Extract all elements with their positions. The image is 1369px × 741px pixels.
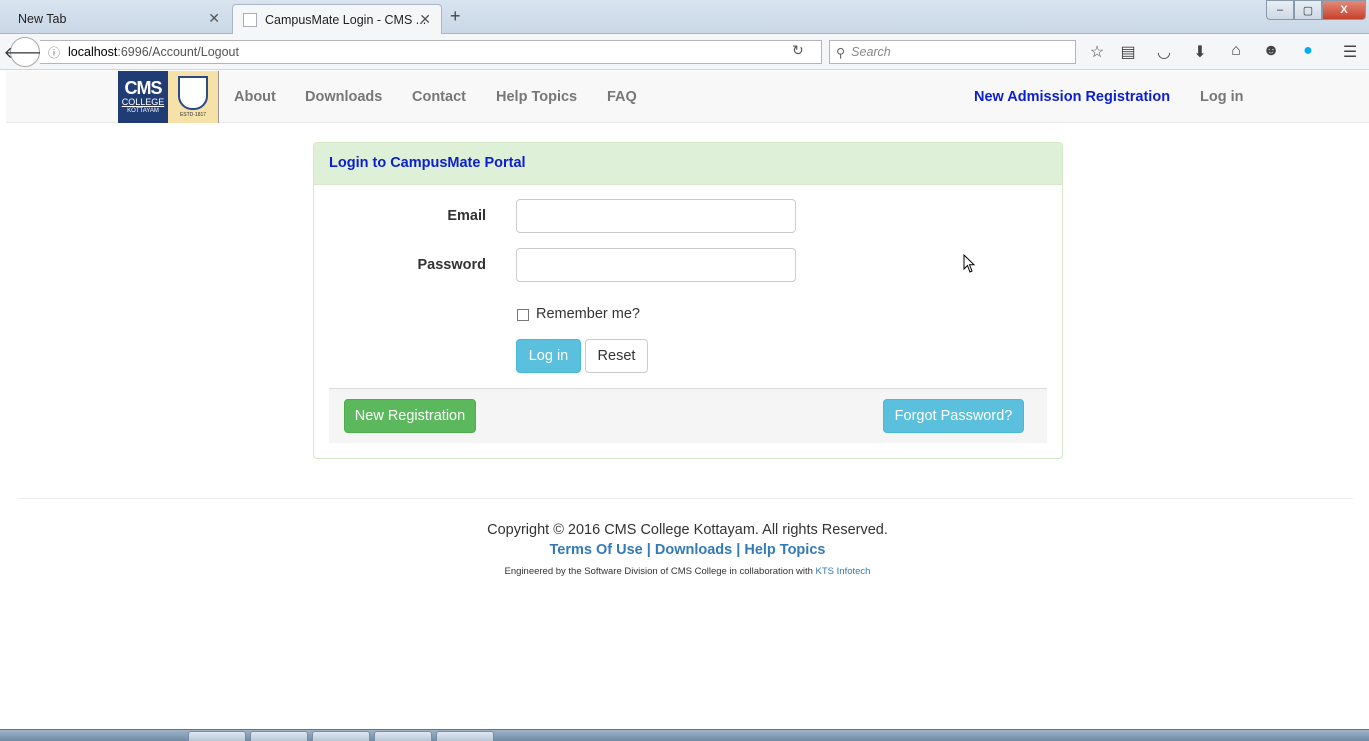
- close-tab-icon[interactable]: ✕: [208, 10, 220, 27]
- site-navbar: CMS COLLEGE KOTTAYAM ESTD-1817 About Dow…: [6, 71, 1369, 123]
- tab-label: New Tab: [18, 12, 67, 26]
- password-label: Password: [417, 257, 487, 273]
- chat-icon[interactable]: ☻: [1261, 42, 1281, 60]
- info-icon[interactable]: ⓘ: [48, 44, 60, 61]
- mouse-cursor-icon: [963, 254, 976, 273]
- menu-hamburger-icon[interactable]: ☰: [1340, 42, 1360, 62]
- back-arrow-icon[interactable]: 🡐: [4, 37, 46, 67]
- url-path: :6996/Account/Logout: [117, 45, 239, 59]
- taskbar-app-item[interactable]: [250, 731, 308, 741]
- nav-contact[interactable]: Contact: [412, 89, 466, 105]
- maximize-button[interactable]: ▢: [1294, 0, 1322, 20]
- close-tab-icon[interactable]: ✕: [419, 11, 431, 28]
- home-icon[interactable]: ⌂: [1226, 42, 1246, 60]
- forgot-password-button[interactable]: Forgot Password?: [883, 399, 1024, 433]
- logo-text-block: CMS COLLEGE KOTTAYAM: [118, 71, 168, 123]
- password-field[interactable]: [516, 248, 796, 282]
- engineered-by-text: Engineered by the Software Division of C…: [0, 566, 1369, 577]
- nav-about[interactable]: About: [234, 89, 276, 105]
- taskbar-app-item[interactable]: [188, 731, 246, 741]
- tab-label: CampusMate Login - CMS ...: [265, 12, 427, 27]
- taskbar-app-item[interactable]: [374, 731, 432, 741]
- downloads-arrow-icon[interactable]: ⬇: [1190, 42, 1210, 62]
- reading-list-icon[interactable]: ▤: [1118, 42, 1138, 62]
- reload-icon[interactable]: ↻: [792, 42, 804, 59]
- engineered-text: Engineered by the Software Division of C…: [504, 566, 816, 577]
- nav-faq[interactable]: FAQ: [607, 89, 637, 105]
- footer-link-downloads[interactable]: Downloads: [655, 542, 732, 558]
- bookmark-star-icon[interactable]: ☆: [1087, 42, 1107, 62]
- email-label: Email: [447, 208, 486, 224]
- crest-icon: ESTD-1817: [168, 71, 219, 123]
- logo-line1: CMS: [124, 78, 163, 98]
- panel-heading: Login to CampusMate Portal: [314, 143, 1062, 185]
- nav-log-in[interactable]: Log in: [1200, 89, 1244, 105]
- logo-line2: COLLEGE: [121, 97, 165, 107]
- footer-divider: [18, 498, 1353, 499]
- remember-me-checkbox[interactable]: [517, 309, 529, 321]
- logo-line3: KOTTAYAM: [127, 108, 159, 114]
- nav-help-topics[interactable]: Help Topics: [496, 89, 577, 105]
- reset-button[interactable]: Reset: [585, 339, 648, 373]
- browser-toolbar: 🡐 ⓘ localhost :6996/Account/Logout ↻ ⚲ S…: [0, 34, 1369, 70]
- tab-campusmate-login[interactable]: CampusMate Login - CMS ... ✕: [232, 4, 442, 34]
- page-favicon-icon: [243, 12, 257, 27]
- skype-icon[interactable]: ●: [1298, 42, 1318, 60]
- footer-links: Terms Of Use | Downloads | Help Topics: [0, 542, 1369, 558]
- kts-infotech-link[interactable]: KTS Infotech: [816, 566, 871, 577]
- new-tab-plus-icon[interactable]: +: [450, 6, 461, 27]
- shield-icon: [178, 76, 208, 110]
- tab-new-tab[interactable]: New Tab ✕: [8, 4, 230, 34]
- close-window-button[interactable]: X: [1322, 0, 1366, 20]
- minimize-button[interactable]: –: [1266, 0, 1294, 20]
- footer-link-terms[interactable]: Terms Of Use: [550, 542, 643, 558]
- logo-estd: ESTD-1817: [179, 112, 207, 118]
- url-host: localhost: [68, 45, 118, 59]
- url-bar[interactable]: ⓘ localhost :6996/Account/Logout: [40, 40, 822, 64]
- footer-separator: |: [732, 542, 745, 558]
- nav-new-admission-registration[interactable]: New Admission Registration: [974, 89, 1170, 105]
- copyright-text: Copyright © 2016 CMS College Kottayam. A…: [487, 522, 888, 538]
- browser-search-input[interactable]: ⚲ Search: [829, 40, 1076, 64]
- footer-separator: |: [642, 542, 655, 558]
- browser-tab-bar: New Tab ✕ CampusMate Login - CMS ... ✕ +…: [0, 0, 1369, 34]
- pocket-icon[interactable]: ◡: [1154, 42, 1174, 62]
- login-panel: Login to CampusMate Portal Email Passwor…: [313, 142, 1063, 459]
- search-placeholder: Search: [851, 45, 891, 59]
- email-field[interactable]: [516, 199, 796, 233]
- college-logo[interactable]: CMS COLLEGE KOTTAYAM ESTD-1817: [118, 71, 219, 123]
- taskbar-app-item[interactable]: [312, 731, 370, 741]
- footer-link-help-topics[interactable]: Help Topics: [744, 542, 825, 558]
- panel-footer: New Registration Forgot Password?: [329, 388, 1047, 443]
- search-icon: ⚲: [836, 45, 846, 60]
- login-button[interactable]: Log in: [516, 339, 581, 373]
- taskbar-app-item[interactable]: [436, 731, 494, 741]
- new-registration-button[interactable]: New Registration: [344, 399, 476, 433]
- remember-me-label[interactable]: Remember me?: [536, 306, 640, 322]
- nav-downloads[interactable]: Downloads: [305, 89, 382, 105]
